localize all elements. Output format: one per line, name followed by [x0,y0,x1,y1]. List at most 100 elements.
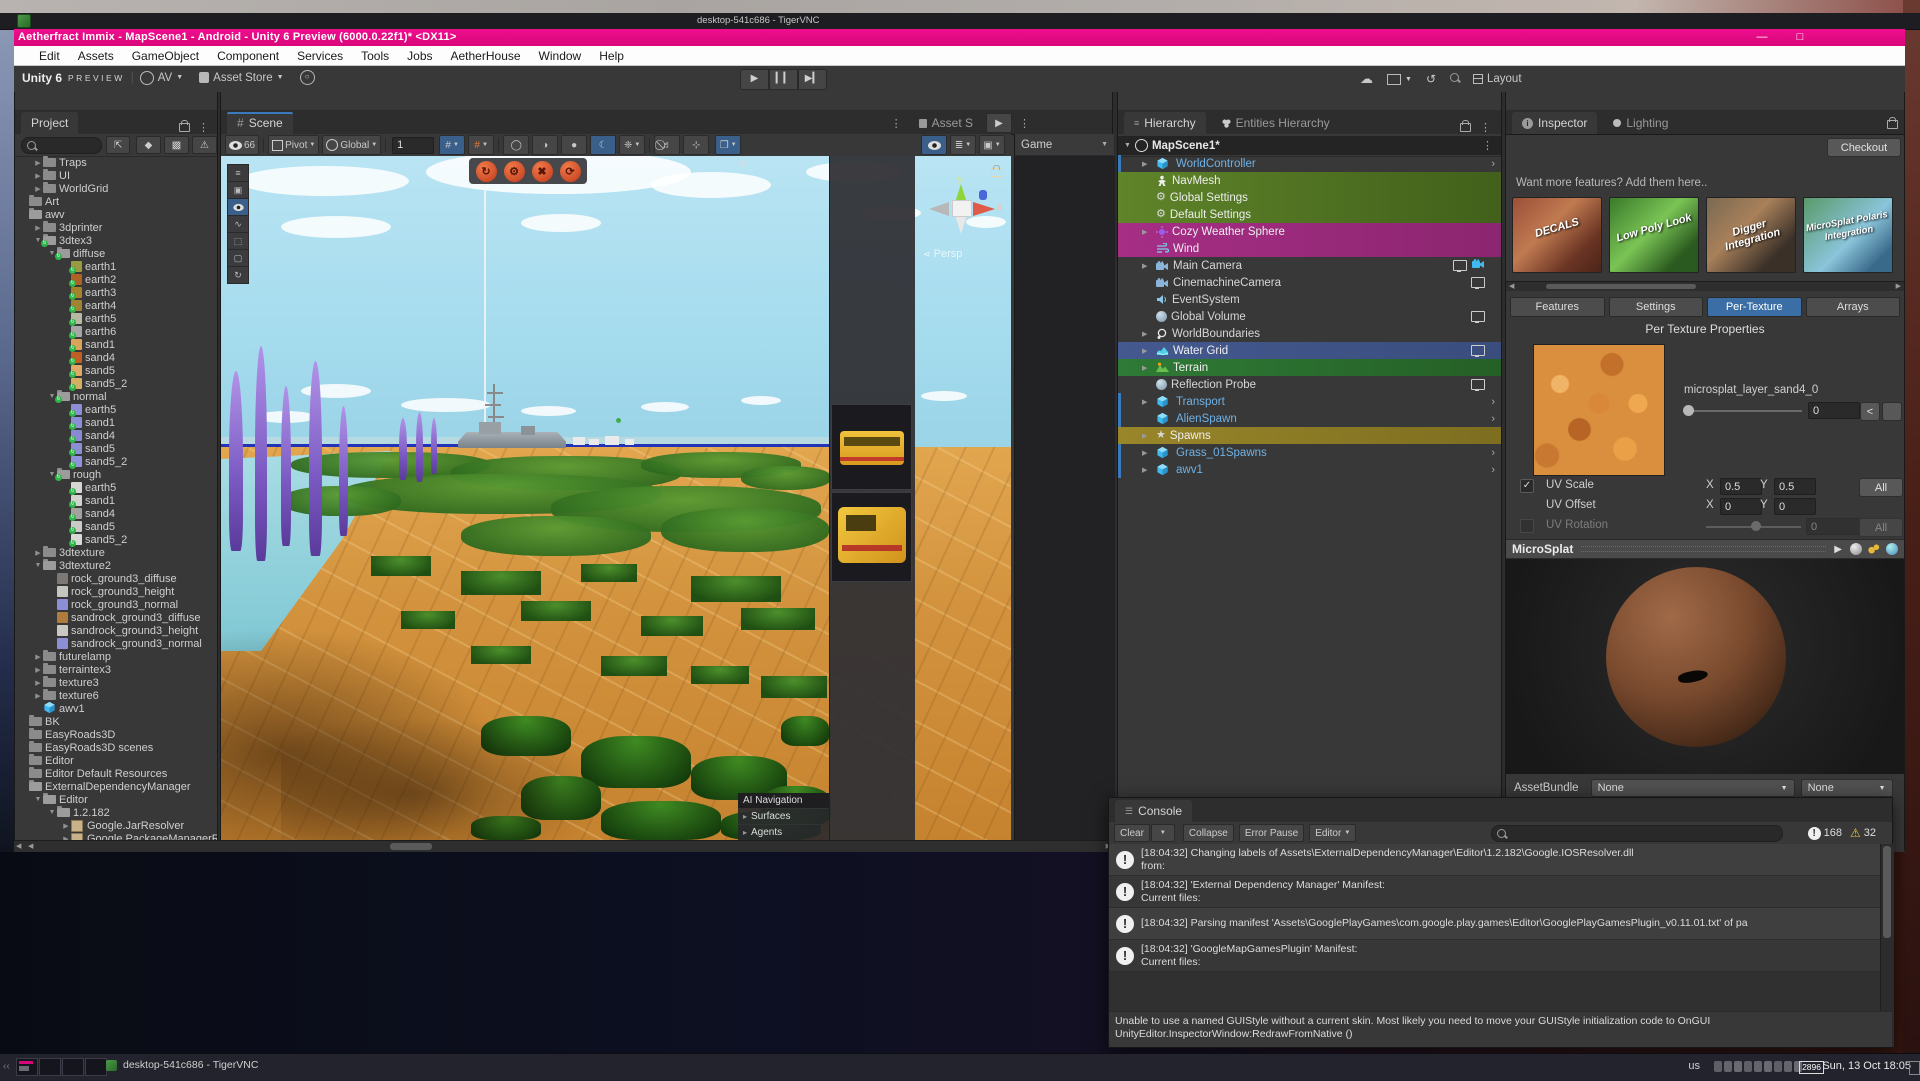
project-tree-item[interactable]: sandrock_ground3_height [15,624,217,637]
menu-gameobject[interactable]: GameObject [123,46,208,65]
project-tree-item[interactable]: awv1 [15,702,217,715]
scene-viewport[interactable]: yx⋖ Persp≡▣∿⬚▢↻↻⚙✖⟳≡AI Navigation▸Surfac… [221,156,1011,840]
console-status-bar[interactable]: Unable to use a named GUIStyle without a… [1109,1011,1892,1047]
promo-scrollbar[interactable]: ◀ ▶ [1506,281,1904,291]
environment-sphere-button[interactable] [1886,543,1898,555]
visibility-eye-button[interactable] [921,135,947,155]
hierarchy-item-worldboundaries[interactable]: ▶WorldBoundaries [1118,325,1501,342]
panel-hide-icon[interactable]: ‹‹ [3,1061,10,1072]
project-tree-item[interactable]: ↻sand5 [15,364,217,377]
uv-rotation-checkbox[interactable] [1520,519,1534,533]
overlay-thumbnail-2[interactable] [831,492,912,582]
workspace-3[interactable] [62,1058,84,1076]
gizmo-lock-icon[interactable] [991,164,1001,173]
project-tree-item[interactable]: EasyRoads3D [15,728,217,741]
tab-inspector[interactable]: i Inspector [1512,112,1597,134]
services-dropdown[interactable]: ▼ [1387,74,1412,85]
expand-arrow-icon[interactable]: ▶ [1142,466,1152,474]
expand-arrow-icon[interactable]: ▶ [1142,160,1152,168]
hierarchy-item-terrain[interactable]: ▶Terrain [1118,359,1501,376]
scroll-right-icon[interactable]: ▶ [1896,282,1901,290]
tool-view-eye[interactable] [227,198,249,216]
snap-toggle[interactable]: #▼ [439,135,465,155]
slider-handle[interactable] [1683,405,1694,416]
menu-help[interactable]: Help [590,46,633,65]
cloud-icon[interactable]: ☁ [1360,71,1373,87]
tab-project[interactable]: Project [21,112,78,134]
uv-scale-y-field[interactable]: 0.5 [1774,478,1816,495]
console-search[interactable] [1491,825,1783,842]
system-tray[interactable] [1712,1061,1802,1072]
main-horizontal-scrollbar[interactable]: ◀ ◀ ▶ [14,840,1113,852]
subtab-per-texture[interactable]: Per-Texture [1707,297,1802,317]
uv-rotation-slider[interactable] [1751,521,1761,531]
hierarchy-item-water-grid[interactable]: ▶Water Grid [1118,342,1501,359]
menu-services[interactable]: Services [288,46,352,65]
project-tree-item[interactable]: ↻sand4 [15,351,217,364]
scene-visibility-toggle[interactable]: 66 [225,135,259,155]
assetbundle-variant-dropdown[interactable]: None▼ [1801,779,1893,797]
hierarchy-item-worldcontroller[interactable]: ▶WorldController› [1118,155,1501,172]
menu-tools[interactable]: Tools [352,46,398,65]
project-tree-item[interactable]: ▼↻rough [15,468,217,481]
editor-dropdown[interactable]: Editor▼ [1309,824,1356,842]
menu-component[interactable]: Component [208,46,288,65]
project-tree-item[interactable]: ▶futurelamp [15,650,217,663]
tool-rect[interactable]: ⬚ [227,232,249,250]
console-search-input[interactable] [1510,827,1777,839]
project-tree-item[interactable]: ↻sand5_2 [15,377,217,390]
play-button[interactable]: ▶ [740,69,769,90]
tab-console[interactable]: ☰Console [1115,800,1192,822]
tray-icon[interactable] [1764,1061,1772,1072]
expand-arrow-icon[interactable]: ▶ [1142,347,1152,355]
pivot-dropdown[interactable]: Pivot▼ [268,135,319,155]
texture-preview[interactable] [1533,344,1665,476]
weather-close-icon[interactable]: ✖ [532,161,553,182]
project-tree-item[interactable]: ↻sand1 [15,338,217,351]
prefab-open-chevron[interactable]: › [1491,158,1495,170]
tray-icon[interactable] [1784,1061,1792,1072]
tab-lighting[interactable]: Lighting [1603,112,1678,134]
material-preview-area[interactable] [1506,559,1904,774]
project-menu-icon[interactable]: ⋮ [194,121,213,134]
project-tree-item[interactable]: ▶Google.PackageManagerRes [15,832,217,840]
project-tree-item[interactable]: ↻earth3 [15,286,217,299]
persp-label[interactable]: ⋖ Persp [923,248,962,262]
ai-nav-surfaces[interactable]: ▸Surfaces [738,808,829,824]
expand-arrow-icon[interactable]: ▶ [1142,262,1152,270]
ai-navigation-overlay[interactable]: AI Navigation▸Surfaces▸Agents [738,793,829,840]
hierarchy-item-spawns[interactable]: ▶★Spawns [1118,427,1501,444]
expand-arrow-icon[interactable]: ▶ [1142,398,1152,406]
project-tree-item[interactable]: ↻sand5_2 [15,455,217,468]
record-icon[interactable]: ○ [300,70,315,85]
project-tree-item[interactable]: ↻earth4 [15,299,217,312]
clock[interactable]: Sun, 13 Oct 18:05 [1822,1060,1911,1072]
project-tree-item[interactable]: sandrock_ground3_normal [15,637,217,650]
lock-icon[interactable] [1460,123,1471,132]
project-tree-item[interactable]: Art [15,195,217,208]
game-view-dropdown[interactable]: Game▼ [1014,134,1114,156]
project-tree-item[interactable]: BK [15,715,217,728]
project-tree-item[interactable]: ExternalDependencyManager [15,780,217,793]
project-tree-item[interactable]: ▼3dtexture2 [15,559,217,572]
tray-icon[interactable] [1744,1061,1752,1072]
project-tree-item[interactable]: Editor [15,754,217,767]
tab-scene[interactable]: #Scene [227,112,293,134]
project-search-input[interactable] [40,139,96,151]
project-tree-item[interactable]: Editor Default Resources [15,767,217,780]
console-message[interactable]: ![18:04:32] Changing labels of Assets\Ex… [1109,844,1880,876]
tray-icon[interactable] [1774,1061,1782,1072]
workspace-2[interactable] [39,1058,61,1076]
promo-card-digger[interactable]: Digger Integration [1706,197,1796,273]
unity-titlebar[interactable]: Aetherfract Immix - MapScene1 - Android … [14,29,1905,46]
tool-frame[interactable]: ▢ [227,249,249,267]
scene-effects-dropdown[interactable]: ❈▼ [619,135,645,155]
project-tree-item[interactable]: ▼1.2.182 [15,806,217,819]
subtab-features[interactable]: Features [1510,297,1605,317]
tab-hierarchy[interactable]: ≡Hierarchy [1124,112,1206,134]
console-message[interactable]: ![18:04:32] 'External Dependency Manager… [1109,876,1880,908]
project-tree-item[interactable]: ↻sand1 [15,494,217,507]
project-tree-item[interactable]: ↻earth1 [15,260,217,273]
prev-texture-button[interactable]: < [1860,402,1880,421]
clear-button[interactable]: Clear [1114,824,1150,842]
